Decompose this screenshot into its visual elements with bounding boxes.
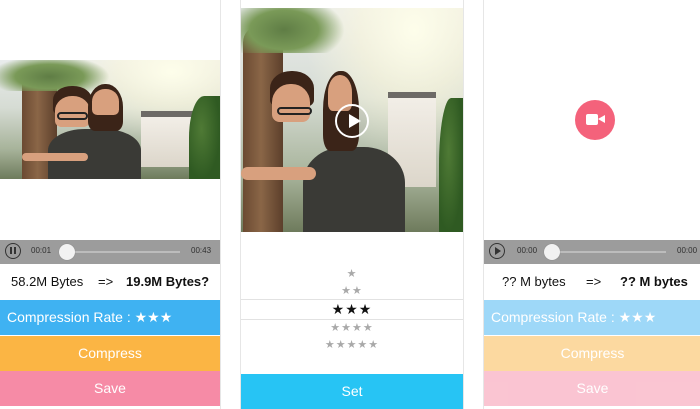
arrow-text: =>: [98, 274, 114, 289]
total-time: 00:43: [191, 246, 212, 255]
video-preview: [241, 8, 463, 232]
video-player-bar: 00:00 00:00: [484, 240, 700, 264]
size-comparison: 58.2M Bytes => 19.9M Bytes?: [0, 264, 220, 300]
compress-button[interactable]: Compress: [0, 336, 220, 371]
rate-option-5[interactable]: ★★★★★: [241, 338, 463, 351]
pause-icon[interactable]: [5, 243, 21, 259]
compression-rate-label: Compression Rate :: [491, 309, 615, 325]
rate-option-3-selected[interactable]: ★★★: [241, 301, 463, 318]
compression-rate-button[interactable]: Compression Rate : ★★★: [484, 300, 700, 335]
seek-track[interactable]: [59, 244, 180, 260]
original-size: ?? M bytes: [502, 274, 566, 289]
seek-knob[interactable]: [59, 244, 76, 260]
rate-option-4[interactable]: ★★★★: [241, 321, 463, 334]
compression-rate-button[interactable]: Compression Rate : ★★★: [0, 300, 220, 335]
size-comparison: ?? M bytes => ?? M bytes: [484, 264, 700, 300]
original-size: 58.2M Bytes: [11, 274, 84, 289]
rate-option-2[interactable]: ★★: [241, 284, 463, 297]
video-thumbnail: [0, 60, 220, 179]
rate-option-1[interactable]: ★: [241, 267, 463, 280]
video-player-bar: 00:01 00:43: [0, 240, 220, 264]
set-button[interactable]: Set: [241, 374, 463, 409]
compress-screen-loaded: 00:01 00:43 58.2M Bytes => 19.9M Bytes? …: [0, 0, 221, 409]
video-camera-icon[interactable]: [575, 100, 615, 140]
current-time: 00:00: [517, 246, 538, 255]
save-button[interactable]: Save: [0, 371, 220, 406]
play-icon[interactable]: [335, 104, 369, 138]
compression-rate-label: Compression Rate :: [7, 309, 131, 325]
total-time: 00:00: [677, 246, 698, 255]
compression-stars: ★★★: [134, 309, 173, 325]
compression-stars: ★★★: [618, 309, 657, 325]
compressed-size: 19.9M Bytes?: [126, 274, 210, 289]
rate-picker-screen: ★ ★★ ★★★ ★★★★ ★★★★★ Set: [240, 0, 464, 409]
compressed-size: ?? M bytes: [620, 274, 688, 289]
play-icon[interactable]: [489, 243, 505, 259]
save-button[interactable]: Save: [484, 371, 700, 406]
current-time: 00:01: [31, 246, 52, 255]
compress-screen-empty: 00:00 00:00 ?? M bytes => ?? M bytes Com…: [483, 0, 700, 409]
compress-button[interactable]: Compress: [484, 336, 700, 371]
seek-track[interactable]: [544, 244, 666, 260]
arrow-text: =>: [586, 274, 602, 289]
seek-knob[interactable]: [544, 244, 560, 260]
